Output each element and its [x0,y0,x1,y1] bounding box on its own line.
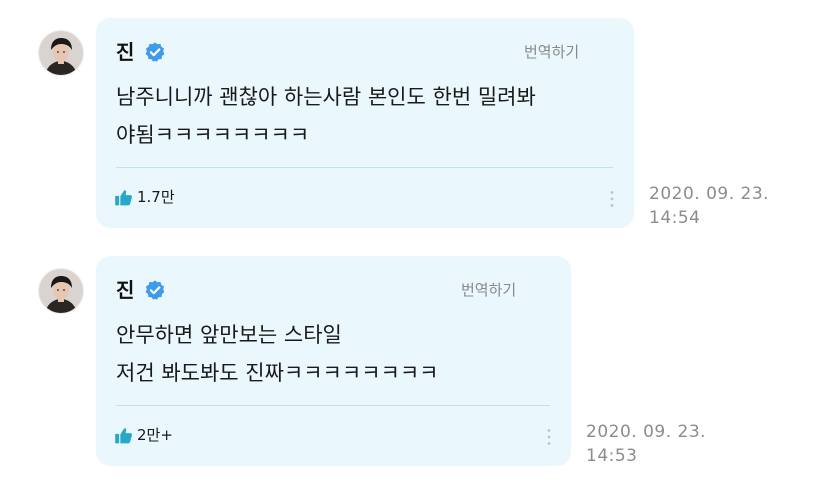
timestamp: 2020. 09. 23. 14:54 [649,182,769,230]
avatar[interactable] [39,269,83,313]
divider [116,405,550,406]
comment-text-line: 저건 봐도봐도 진짜ㅋㅋㅋㅋㅋㅋㅋㅋ [116,361,439,385]
like-count: 2만+ [137,426,173,444]
comment-text-line: 안무하면 앞만보는 스타일 [116,323,342,347]
more-vertical-icon[interactable] [610,190,614,208]
comment-bubble: 진 번역하기 남주니니까 괜찮아 하는사람 본인도 한번 밀려봐 야됨ㅋㅋㅋㅋㅋ… [96,18,634,228]
timestamp-time: 14:53 [586,446,638,466]
timestamp-time: 14:54 [649,208,701,228]
verified-badge-icon [144,41,166,63]
author-name[interactable]: 진 [116,38,134,66]
translate-button[interactable]: 번역하기 [524,42,579,62]
like-button[interactable]: 2만+ [114,424,173,446]
like-button[interactable]: 1.7만 [114,186,175,208]
comment-text-line: 야됨ㅋㅋㅋㅋㅋㅋㅋㅋ [116,123,310,147]
divider [116,167,613,168]
avatar[interactable] [39,31,83,75]
comment-text-line: 남주니니까 괜찮아 하는사람 본인도 한번 밀려봐 [116,85,536,109]
thumbs-up-icon [115,189,132,205]
translate-button[interactable]: 번역하기 [461,280,516,300]
timestamp: 2020. 09. 23. 14:53 [586,420,706,468]
author-name[interactable]: 진 [116,276,134,304]
post: 진 번역하기 남주니니까 괜찮아 하는사람 본인도 한번 밀려봐 야됨ㅋㅋㅋㅋㅋ… [0,18,828,230]
more-vertical-icon[interactable] [547,428,551,446]
thumbs-up-icon [115,427,132,443]
like-count: 1.7만 [137,188,175,206]
timestamp-date: 2020. 09. 23. [649,184,770,204]
post: 진 번역하기 안무하면 앞만보는 스타일 저건 봐도봐도 진짜ㅋㅋㅋㅋㅋㅋㅋㅋ … [0,256,828,468]
comment-text: 안무하면 앞만보는 스타일 저건 봐도봐도 진짜ㅋㅋㅋㅋㅋㅋㅋㅋ [116,316,438,392]
comment-text: 남주니니까 괜찮아 하는사람 본인도 한번 밀려봐 야됨ㅋㅋㅋㅋㅋㅋㅋㅋ [116,78,536,154]
comment-bubble: 진 번역하기 안무하면 앞만보는 스타일 저건 봐도봐도 진짜ㅋㅋㅋㅋㅋㅋㅋㅋ … [96,256,571,466]
verified-badge-icon [144,279,166,301]
timestamp-date: 2020. 09. 23. [586,422,707,442]
